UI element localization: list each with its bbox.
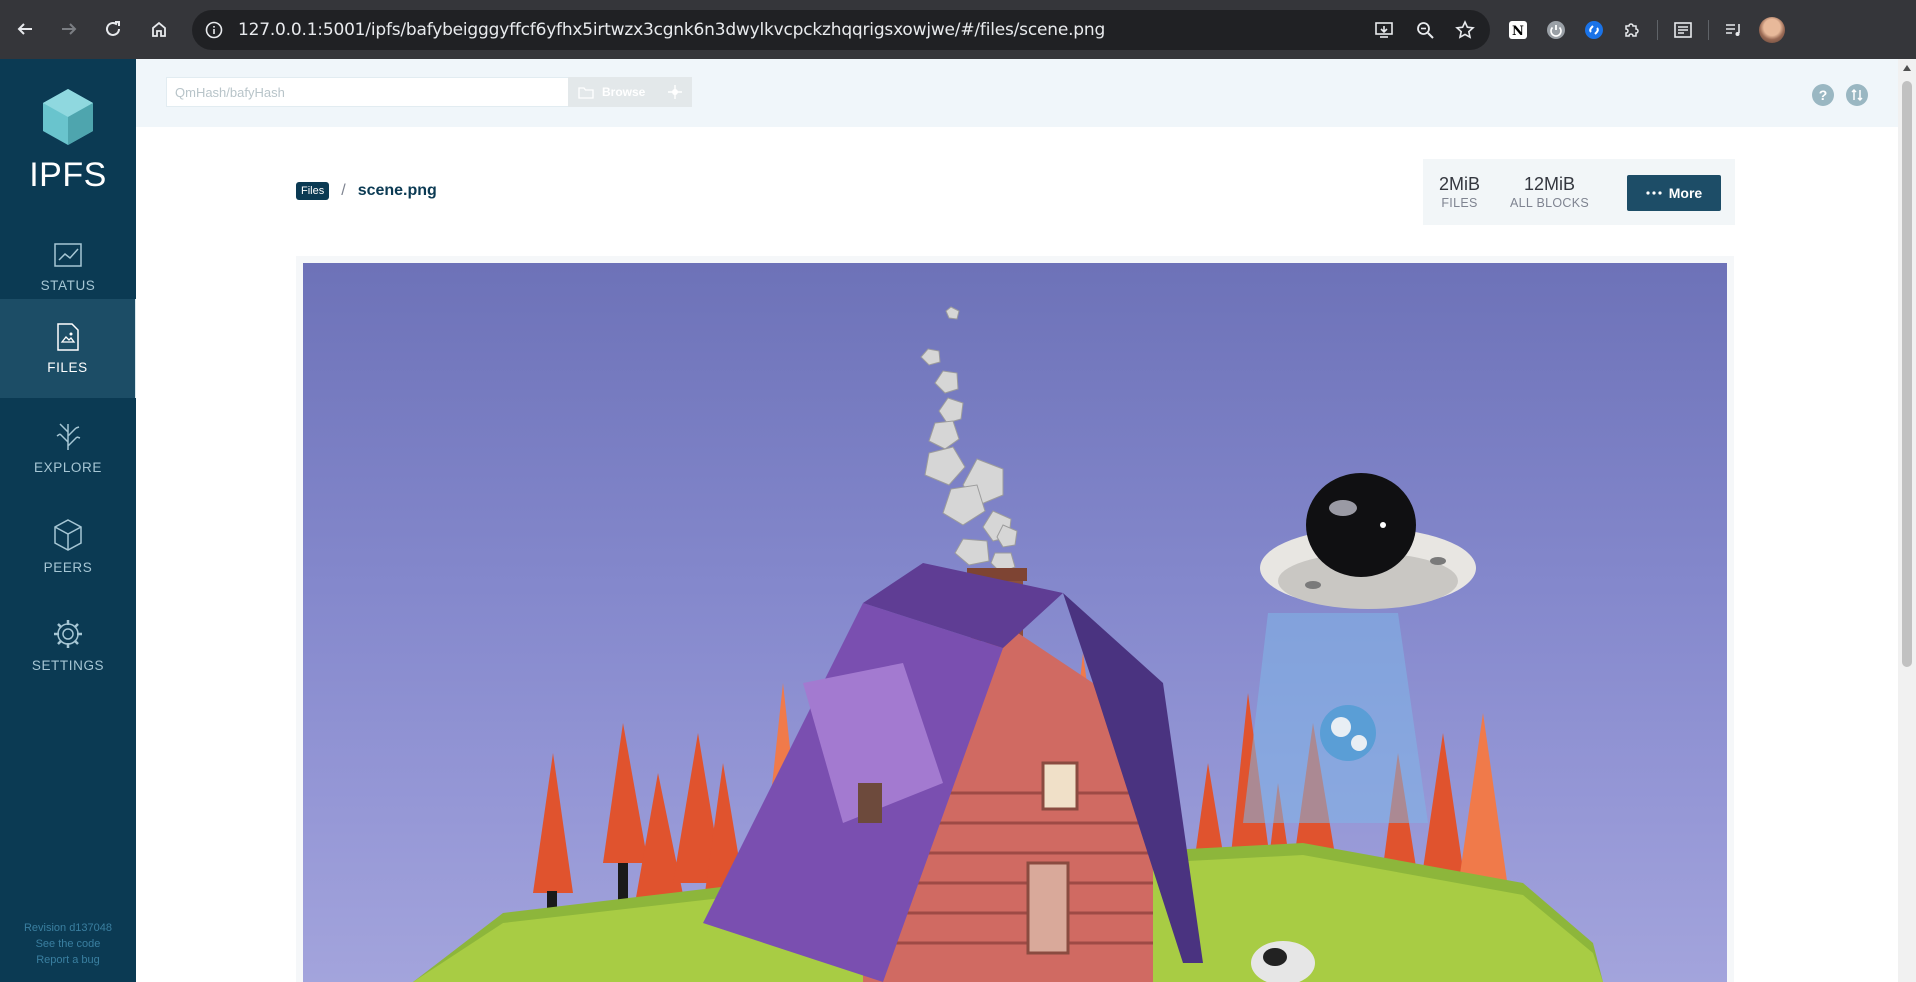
power-extension-icon[interactable]: [1543, 17, 1569, 43]
home-button[interactable]: [139, 9, 179, 49]
zoom-icon[interactable]: [1412, 17, 1438, 43]
toolbar-separator: [1657, 20, 1658, 40]
ipfs-cube-logo-icon: [43, 89, 93, 145]
notion-extension-icon[interactable]: N: [1505, 17, 1531, 43]
status-chart-icon: [54, 243, 82, 267]
blocks-size-value: 12MiB: [1523, 174, 1576, 194]
scrollbar-thumb[interactable]: [1902, 81, 1912, 667]
ellipsis-icon: [1646, 191, 1662, 195]
breadcrumb: Files / scene.png: [296, 182, 437, 200]
help-icon[interactable]: ?: [1812, 84, 1834, 106]
browse-label: Browse: [602, 85, 646, 99]
profile-avatar[interactable]: [1759, 17, 1785, 43]
more-button[interactable]: More: [1627, 175, 1721, 211]
top-header: QmHash/bafyHash Browse ?: [136, 59, 1898, 127]
nav-item-label: SETTINGS: [31, 658, 105, 673]
browser-toolbar: 127.0.0.1:5001/ipfs/bafybeigggyffcf6yfhx…: [0, 0, 1916, 59]
folder-icon: [578, 86, 594, 99]
breadcrumb-files-root[interactable]: Files: [296, 182, 330, 200]
install-app-icon[interactable]: [1372, 17, 1398, 43]
blocks-size-stat: 12MiB ALL BLOCKS: [1510, 174, 1589, 210]
peers-cube-icon: [54, 519, 82, 551]
ipfs-logo[interactable]: IPFS: [0, 87, 136, 195]
logo-text: IPFS: [29, 156, 107, 194]
nav-item-label: STATUS: [40, 278, 96, 293]
breadcrumb-current-file: scene.png: [357, 182, 437, 199]
files-size-value: 2MiB: [1439, 174, 1481, 194]
sidebar: IPFS STATUS FILES EXPLORE PEERS SETTINGS…: [0, 59, 136, 982]
more-button-label: More: [1668, 185, 1703, 201]
reload-icon: [106, 21, 120, 36]
network-icon: [668, 85, 683, 99]
hash-search-input[interactable]: QmHash/bafyHash: [166, 77, 570, 107]
bookmark-star-icon[interactable]: [1452, 17, 1478, 43]
back-button[interactable]: [5, 9, 45, 49]
connection-status-icon[interactable]: [1846, 84, 1868, 106]
extensions-puzzle-icon[interactable]: [1619, 17, 1645, 43]
image-preview: [303, 263, 1727, 982]
back-arrow-icon: [17, 23, 32, 35]
url-text[interactable]: 127.0.0.1:5001/ipfs/bafybeigggyffcf6yfhx…: [238, 20, 1105, 40]
toolbar-separator: [1708, 20, 1709, 40]
scroll-up-arrow-icon[interactable]: [1903, 65, 1911, 71]
repo-stats-panel: 2MiB FILES 12MiB ALL BLOCKS More: [1423, 159, 1735, 225]
report-bug-link[interactable]: Report a bug: [0, 952, 136, 968]
forward-button[interactable]: [49, 9, 89, 49]
site-info-icon[interactable]: [202, 18, 226, 42]
forward-arrow-icon: [62, 23, 77, 35]
explore-tree-icon: [56, 423, 81, 450]
breadcrumb-separator: /: [341, 182, 346, 199]
nav-item-label: EXPLORE: [34, 460, 102, 475]
revision-link[interactable]: Revision d137048: [0, 920, 136, 936]
files-size-label: FILES: [1441, 196, 1478, 210]
scene-illustration: [413, 306, 1603, 982]
address-bar[interactable]: 127.0.0.1:5001/ipfs/bafybeigggyffcf6yfhx…: [192, 10, 1490, 50]
settings-gear-icon: [54, 620, 82, 648]
reload-button[interactable]: [93, 9, 133, 49]
see-code-link[interactable]: See the code: [0, 936, 136, 952]
nav-item-label: FILES: [47, 360, 88, 375]
nav-item-peers[interactable]: PEERS: [0, 497, 136, 596]
media-control-icon[interactable]: [1721, 17, 1747, 43]
nav-item-files[interactable]: FILES: [0, 299, 136, 398]
files-icon: [56, 323, 79, 351]
nav-item-label: PEERS: [43, 560, 93, 575]
sidebar-footer: Revision d137048 See the code Report a b…: [0, 920, 136, 968]
page-scrollbar[interactable]: [1898, 59, 1916, 982]
nav-item-explore[interactable]: EXPLORE: [0, 398, 136, 497]
files-size-stat: 2MiB FILES: [1439, 174, 1480, 210]
blocks-size-label: ALL BLOCKS: [1510, 196, 1589, 210]
extensions-area: N: [1505, 10, 1785, 50]
nav-item-settings[interactable]: SETTINGS: [0, 596, 136, 695]
shazam-extension-icon[interactable]: [1581, 17, 1607, 43]
reading-list-icon[interactable]: [1670, 17, 1696, 43]
home-icon: [152, 21, 166, 37]
svg-text:N: N: [1512, 24, 1524, 39]
browse-button[interactable]: Browse: [568, 77, 692, 107]
header-icons: ?: [1812, 84, 1868, 106]
